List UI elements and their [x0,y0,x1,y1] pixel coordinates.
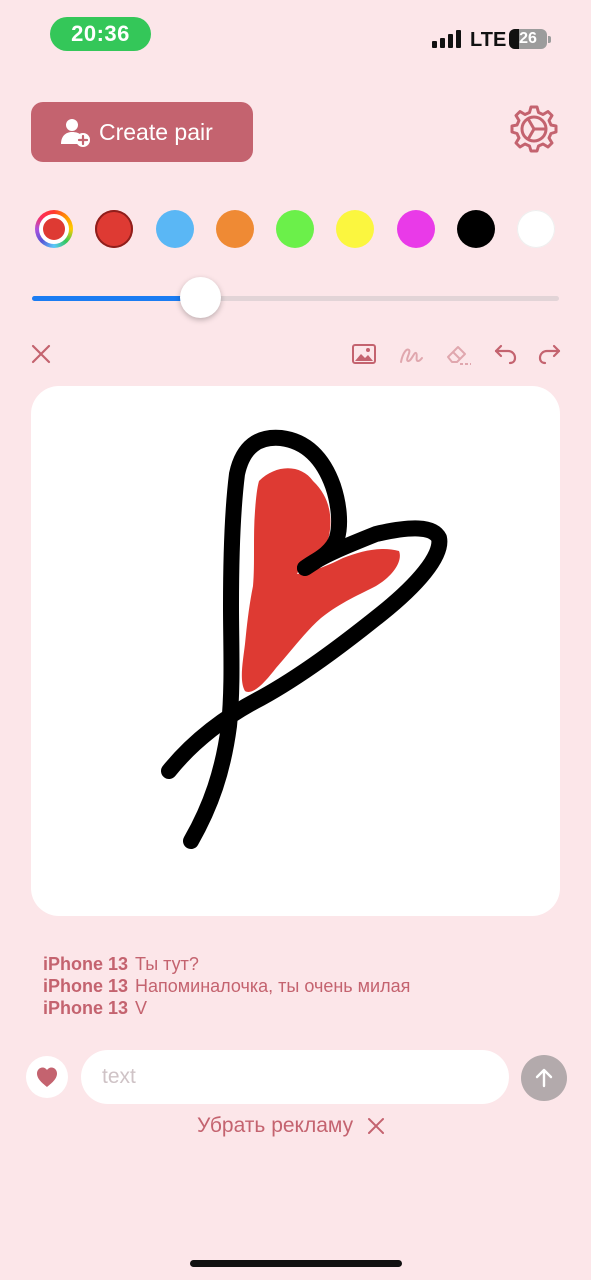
undo-icon[interactable] [492,340,520,368]
signal-icon [432,30,461,48]
remove-ads-button[interactable]: Убрать рекламу [197,1114,385,1138]
battery-cap [548,36,551,43]
message-item: iPhone 13 Ты тут? [43,953,410,975]
drawing-strokes [161,429,448,849]
create-pair-button[interactable]: Create pair [31,102,253,162]
home-indicator [190,1260,402,1267]
create-pair-label: Create pair [99,118,213,145]
message-text: Ты тут? [135,954,199,974]
message-input[interactable] [81,1050,509,1104]
network-label: LTE [470,29,507,51]
message-sender: iPhone 13 [43,976,129,996]
heart-button[interactable] [26,1056,68,1098]
pen-icon[interactable] [397,340,425,368]
message-item: iPhone 13 Напоминалочка, ты очень милая [43,975,410,997]
gear-icon[interactable] [509,104,559,154]
battery-icon: 26 [509,29,547,49]
heart-icon [37,1067,57,1087]
color-swatch-white[interactable] [517,210,555,248]
color-swatch-green[interactable] [276,210,314,248]
color-swatch-black[interactable] [457,210,495,248]
brush-size-fill [32,296,201,301]
arrow-up-icon [535,1068,553,1088]
black-stroke-2 [161,520,448,779]
message-text: Напоминалочка, ты очень милая [135,976,411,996]
battery-level: 26 [519,30,537,47]
close-icon [368,1118,385,1134]
custom-color-swatch[interactable] [35,210,73,248]
message-sender: iPhone 13 [43,954,129,974]
redo-icon[interactable] [535,340,563,368]
remove-ads-label: Убрать рекламу [197,1114,354,1137]
color-swatch-red[interactable] [95,210,133,248]
message-text: V [135,998,148,1018]
brush-size-thumb[interactable] [180,277,222,318]
current-color-dot [43,218,65,240]
color-swatch-orange[interactable] [216,210,254,248]
color-swatch-yellow[interactable] [336,210,374,248]
message-list: iPhone 13 Ты тут? iPhone 13 Напоминалочка,… [43,953,410,1019]
send-button[interactable] [521,1055,567,1101]
close-icon[interactable] [27,340,55,368]
status-time: 20:36 [50,17,151,51]
message-sender: iPhone 13 [43,998,129,1018]
message-item: iPhone 13 V [43,997,410,1019]
add-user-icon [61,119,90,147]
eraser-icon[interactable] [444,340,472,368]
drawing-canvas[interactable] [31,386,560,916]
color-swatch-magenta[interactable] [397,210,435,248]
color-swatch-blue[interactable] [156,210,194,248]
image-icon[interactable] [350,340,378,368]
